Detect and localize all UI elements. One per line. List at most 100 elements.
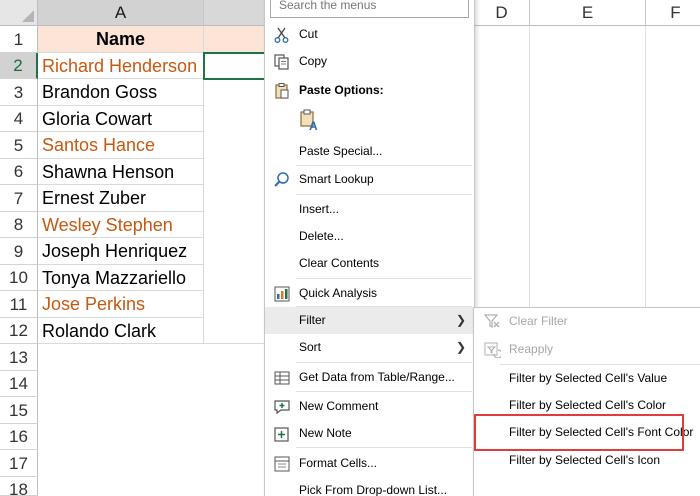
menu-item-format-cells[interactable]: Format Cells... — [265, 450, 474, 477]
table-icon — [273, 369, 291, 387]
row-header-9[interactable]: 9 — [0, 238, 38, 265]
menu-item-new-comment[interactable]: New Comment — [265, 393, 474, 420]
format-cells-icon — [273, 455, 291, 473]
row-header-3[interactable]: 3 — [0, 79, 38, 106]
cell-a11[interactable]: Jose Perkins — [38, 291, 204, 318]
menu-item-label: Quick Analysis — [299, 286, 378, 300]
cell-a1[interactable]: Name — [38, 26, 204, 53]
note-icon — [273, 425, 291, 443]
menu-item-filter[interactable]: Filter ❯ — [265, 307, 474, 334]
menu-item-label: Filter — [299, 313, 326, 327]
submenu-item-clear-filter[interactable]: Clear Filter — [474, 308, 700, 335]
svg-text:A: A — [309, 119, 318, 133]
row-header-8[interactable]: 8 — [0, 212, 38, 238]
row-header-1[interactable]: 1 — [0, 26, 38, 53]
menu-item-label: Paste Special... — [299, 144, 383, 158]
menu-item-sort[interactable]: Sort ❯ — [265, 334, 474, 361]
row-header-2[interactable]: 2 — [0, 53, 38, 79]
cell-b1[interactable] — [204, 26, 266, 53]
menu-item-label: Insert... — [299, 202, 340, 216]
column-header-d[interactable]: D — [474, 0, 530, 26]
menu-item-cut[interactable]: Cut — [265, 21, 474, 48]
cell-a10[interactable]: Tonya Mazzariello — [38, 265, 204, 291]
menu-paste-options-header: Paste Options: — [265, 77, 474, 104]
clear-filter-icon — [483, 312, 501, 330]
menu-item-clear-contents[interactable]: Clear Contents — [265, 250, 474, 277]
menu-item-label: Delete... — [299, 229, 344, 243]
menu-separator — [296, 447, 472, 448]
scissors-icon — [273, 26, 291, 44]
cell-a5[interactable]: Santos Hance — [38, 132, 204, 159]
menu-item-label: Clear Contents — [299, 256, 380, 270]
cell-a9[interactable]: Joseph Henriquez — [38, 238, 204, 265]
menu-item-label: Get Data from Table/Range... — [299, 370, 455, 384]
submenu-item-filter-by-icon[interactable]: Filter by Selected Cell's Icon — [474, 447, 700, 474]
menu-separator — [296, 194, 472, 195]
active-cell-b2[interactable] — [203, 52, 267, 80]
cell-a2[interactable]: Richard Henderson — [38, 53, 204, 79]
column-b-cells[interactable] — [204, 79, 266, 344]
row-header-15[interactable]: 15 — [0, 397, 38, 424]
row-header-13[interactable]: 13 — [0, 344, 38, 371]
menu-item-paste-special[interactable]: Paste Special... — [265, 138, 474, 165]
submenu-item-label: Reapply — [509, 342, 554, 356]
column-divider-d-e — [529, 26, 530, 308]
column-header-f[interactable]: F — [646, 0, 700, 26]
submenu-item-label: Filter by Selected Cell's Icon — [509, 453, 661, 467]
clipboard-icon — [273, 82, 291, 100]
row-header-4[interactable]: 4 — [0, 106, 38, 132]
menu-item-label: New Comment — [299, 399, 379, 413]
menu-item-label: Smart Lookup — [299, 172, 374, 186]
chevron-right-icon: ❯ — [455, 313, 466, 327]
menu-item-label: New Note — [299, 426, 352, 440]
row-header-6[interactable]: 6 — [0, 159, 38, 185]
row-header-17[interactable]: 17 — [0, 450, 38, 477]
menu-item-delete[interactable]: Delete... — [265, 223, 474, 250]
cell-a4[interactable]: Gloria Cowart — [38, 106, 204, 132]
submenu-item-reapply[interactable]: Reapply — [474, 336, 700, 363]
menu-separator — [296, 391, 472, 392]
menu-item-new-note[interactable]: New Note — [265, 420, 474, 447]
copy-icon — [273, 53, 291, 71]
menu-item-label: Sort — [299, 340, 322, 354]
submenu-item-filter-by-value[interactable]: Filter by Selected Cell's Value — [474, 365, 700, 392]
row-header-11[interactable]: 11 — [0, 291, 38, 318]
menu-item-label: Copy — [299, 54, 328, 68]
menu-item-smart-lookup[interactable]: Smart Lookup — [265, 166, 474, 193]
menu-search-input[interactable]: Search the menus — [270, 0, 469, 18]
submenu-item-label: Filter by Selected Cell's Value — [509, 371, 668, 385]
menu-item-label: Pick From Drop-down List... — [299, 483, 448, 496]
paste-format-icon[interactable]: A — [299, 109, 321, 133]
chevron-right-icon: ❯ — [455, 340, 466, 354]
submenu-item-label: Clear Filter — [509, 314, 568, 328]
menu-item-label: Cut — [299, 27, 318, 41]
menu-item-get-data[interactable]: Get Data from Table/Range... — [265, 364, 474, 391]
cell-a6[interactable]: Shawna Henson — [38, 159, 204, 185]
row-header-12[interactable]: 12 — [0, 318, 38, 344]
column-header-b[interactable] — [204, 0, 266, 26]
cell-a3[interactable]: Brandon Goss — [38, 79, 204, 106]
column-divider-e-f — [645, 26, 646, 308]
column-header-e[interactable]: E — [530, 0, 646, 26]
cell-a8[interactable]: Wesley Stephen — [38, 212, 204, 238]
menu-item-label: Paste Options: — [299, 83, 384, 97]
quick-analysis-icon — [273, 285, 291, 303]
menu-item-pick-list[interactable]: Pick From Drop-down List... — [265, 477, 474, 496]
smart-lookup-icon — [273, 171, 291, 189]
row-header-16[interactable]: 16 — [0, 424, 38, 450]
menu-item-copy[interactable]: Copy — [265, 48, 474, 75]
row-header-10[interactable]: 10 — [0, 265, 38, 291]
select-all-corner[interactable] — [0, 0, 38, 26]
reapply-icon — [483, 340, 503, 359]
row-header-14[interactable]: 14 — [0, 371, 38, 397]
cell-a12[interactable]: Rolando Clark — [38, 318, 204, 344]
column-header-a[interactable]: A — [38, 0, 204, 26]
menu-item-quick-analysis[interactable]: Quick Analysis — [265, 280, 474, 307]
menu-separator — [296, 278, 472, 279]
row-header-18[interactable]: 18 — [0, 477, 38, 496]
font-color-highlight-box — [474, 414, 684, 451]
row-header-5[interactable]: 5 — [0, 132, 38, 159]
cell-a7[interactable]: Ernest Zuber — [38, 185, 204, 212]
row-header-7[interactable]: 7 — [0, 185, 38, 212]
menu-item-insert[interactable]: Insert... — [265, 196, 474, 223]
